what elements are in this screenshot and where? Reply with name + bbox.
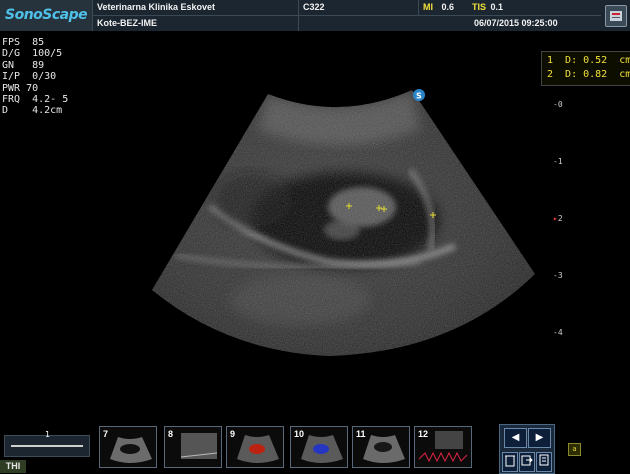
ultrasound-image: S bbox=[152, 89, 535, 356]
thumbnail-7[interactable]: 7 bbox=[99, 426, 157, 468]
delete-icon[interactable] bbox=[502, 452, 518, 472]
annotation-box[interactable]: a bbox=[568, 443, 581, 456]
thumbnail-12[interactable]: 12 bbox=[414, 426, 472, 468]
thumbnail-10[interactable]: 10 bbox=[290, 426, 348, 468]
depth-tick: -1 bbox=[553, 157, 563, 166]
navigation-panel: ◀ ▶ bbox=[499, 424, 555, 474]
thumbnail-number: 11 bbox=[356, 429, 366, 439]
depth-tick: -0 bbox=[553, 100, 563, 109]
previous-button[interactable]: ◀ bbox=[504, 428, 527, 448]
export-icon[interactable] bbox=[519, 452, 535, 472]
thumbnail-11[interactable]: 11 bbox=[352, 426, 410, 468]
cine-slider[interactable]: 1 bbox=[4, 430, 90, 457]
depth-tick: ▸2 bbox=[553, 214, 563, 223]
imaging-parameters: FPS 85 D/G 100/5 GN 89 I/P 0/30 PWR 70 F… bbox=[2, 37, 68, 117]
param-gain: GN 89 bbox=[2, 59, 45, 71]
param-power: PWR 70 bbox=[2, 82, 39, 94]
thumbnail-8[interactable]: 8 bbox=[164, 426, 222, 468]
thumbnail-9[interactable]: 9 bbox=[226, 426, 284, 468]
thumbnail-number: 9 bbox=[230, 429, 236, 439]
param-dg: D/G 100/5 bbox=[2, 48, 63, 60]
thumbnail-image bbox=[180, 433, 218, 459]
depth-tick: -4 bbox=[553, 328, 563, 337]
measurement-results: 1 D: 0.52 cm 2 D: 0.82 cm bbox=[541, 51, 630, 86]
next-button[interactable]: ▶ bbox=[528, 428, 551, 448]
thi-mode-badge: THI bbox=[0, 460, 26, 473]
param-ip: I/P 0/30 bbox=[2, 71, 57, 83]
measurement-2: 2 D: 0.82 cm bbox=[547, 69, 630, 80]
thumbnail-number: 7 bbox=[103, 429, 109, 439]
depth-tick: -3 bbox=[553, 271, 563, 280]
thumbnail-image bbox=[110, 437, 152, 463]
param-fps: FPS 85 bbox=[2, 37, 45, 48]
thumbnail-number: 10 bbox=[294, 429, 305, 439]
measurement-1: 1 D: 0.52 cm bbox=[547, 55, 630, 66]
param-depth: D 4.2cm bbox=[2, 105, 63, 117]
param-frequency: FRQ 4.2- 5 bbox=[2, 94, 69, 106]
thumbnail-number: 12 bbox=[418, 429, 429, 439]
thumbnail-number: 8 bbox=[168, 429, 174, 439]
svg-text:S: S bbox=[416, 92, 422, 101]
slider-track bbox=[11, 445, 83, 447]
list-icon[interactable] bbox=[536, 452, 552, 472]
thumbnail-image bbox=[237, 435, 279, 463]
scan-sector bbox=[152, 90, 535, 356]
slider-value: 1 bbox=[45, 430, 50, 439]
